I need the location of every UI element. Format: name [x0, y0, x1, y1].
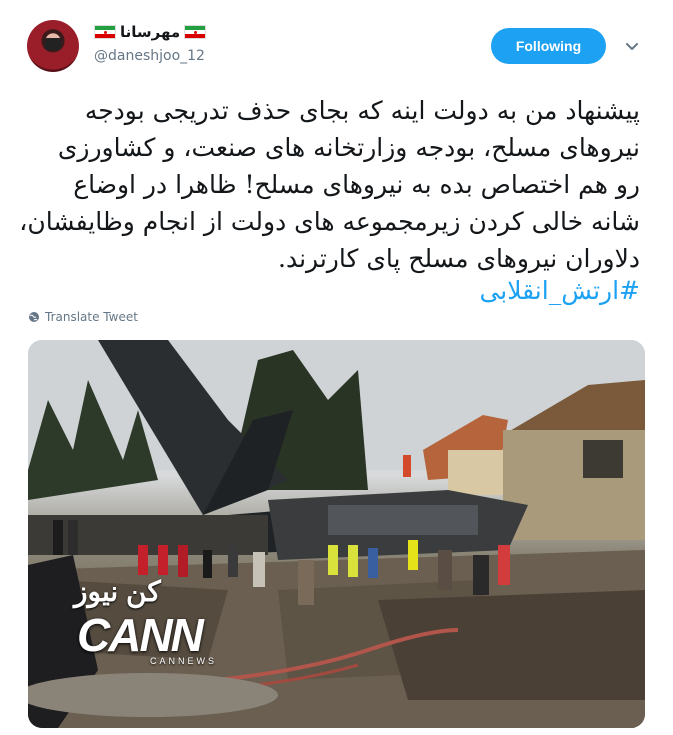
- iran-flag-icon: [94, 25, 116, 39]
- translate-tweet-link[interactable]: Translate Tweet: [28, 310, 138, 324]
- tweet-line: نیروهای مسلح، بودجه وزارتخانه های صنعت، …: [57, 133, 640, 162]
- tweet-photo[interactable]: [28, 340, 645, 728]
- user-handle[interactable]: @daneshjoo_12: [94, 48, 205, 64]
- watermark-farsi: کن نیوز: [74, 576, 161, 607]
- tweet-line: شانه خالی کردن زیرمجموعه های دولت از انج…: [19, 207, 640, 236]
- camera-figure: [45, 38, 61, 50]
- cann-news-subtitle: CANNEWS: [150, 656, 218, 666]
- crash-scene-image: [28, 340, 645, 728]
- chevron-down-icon[interactable]: [624, 38, 640, 54]
- tweet-line: رو هم اختصاص بده به نیروهای مسلح! ظاهرا …: [73, 170, 640, 199]
- display-name[interactable]: مهرسانا: [120, 23, 180, 41]
- cann-logo: CANN: [77, 609, 204, 661]
- tweet-line: پیشنهاد من به دولت اینه که بجای حذف تدری…: [84, 96, 640, 125]
- translate-label[interactable]: Translate Tweet: [45, 310, 138, 324]
- globe-icon: [29, 312, 39, 322]
- tweet-text: پیشنهاد من به دولت اینه که بجای حذف تدری…: [19, 92, 640, 277]
- iran-flag-icon: [184, 25, 207, 39]
- avatar[interactable]: [27, 20, 79, 72]
- tweet-line: دلاوران نیروهای مسلح پای کارترند.: [278, 244, 640, 273]
- display-name-row[interactable]: مهرسانا: [94, 22, 207, 42]
- following-button[interactable]: Following: [491, 28, 606, 64]
- hashtag-link[interactable]: #ارتش_انقلابی: [479, 276, 640, 305]
